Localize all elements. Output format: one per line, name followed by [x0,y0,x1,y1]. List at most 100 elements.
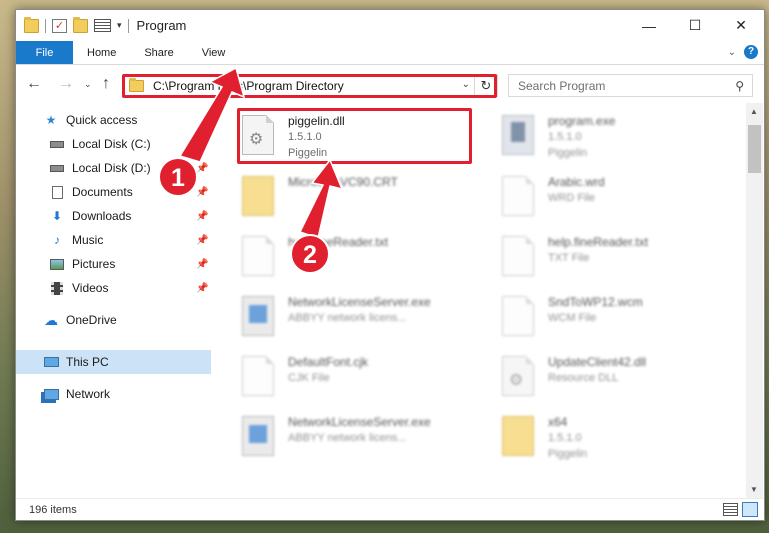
window-title: Program [136,18,187,33]
file-description: ABBYY network licens... [288,432,407,444]
nav-this-pc[interactable]: This PC [16,350,211,374]
nav-label: Videos [72,281,109,295]
nav-item-pictures[interactable]: Pictures 📌 [16,252,211,276]
toolbar-separator [127,18,129,33]
pin-icon[interactable]: 📌 [196,259,208,270]
maximize-button[interactable]: ☐ [672,10,718,41]
videos-icon [49,281,65,295]
up-arrow-icon[interactable]: ↑ [102,75,110,93]
file-item-cjk[interactable]: DefaultFont.cjk CJK File [236,349,476,407]
document-file-icon [242,236,274,276]
nav-item-local-disk-d[interactable]: Local Disk (D:) 📌 [16,156,211,180]
nav-network[interactable]: Network [16,382,211,406]
file-item-license-server-2[interactable]: NetworkLicenseServer.exe ABBYY network l… [236,409,476,467]
file-type: WRD File [548,192,596,204]
properties-icon[interactable] [94,19,111,32]
tab-view[interactable]: View [188,41,240,64]
pin-icon[interactable]: 📌 [196,283,208,294]
minimize-button[interactable]: — [626,10,672,41]
search-box[interactable]: Search Program ⚲ [508,74,753,97]
pin-icon[interactable]: 📌 [196,139,208,150]
music-icon: ♪ [54,233,60,247]
tab-share[interactable]: Share [130,41,187,64]
drive-icon [49,161,65,175]
large-icons-view-icon[interactable] [742,502,758,517]
file-name: NetworkLicenseServer.exe [288,295,431,309]
details-view-icon[interactable] [723,503,738,516]
forward-arrow-icon[interactable]: → [58,75,74,93]
application-icon [242,416,274,456]
help-icon[interactable]: ? [744,45,758,59]
vertical-scrollbar[interactable]: ▲ ▼ [746,103,763,498]
expand-ribbon-chevron-icon[interactable]: ⌄ [728,47,736,58]
nav-item-music[interactable]: ♪ Music 📌 [16,228,211,252]
file-version: 1.5.1.0 [548,432,582,444]
properties-check-icon[interactable]: ✓ [52,18,67,33]
nav-label: Network [66,387,111,401]
file-item-folder[interactable]: Microsoft.VC90.CRT [236,169,476,227]
status-bar: 196 items [16,498,764,520]
scrollbar-thumb[interactable] [748,125,761,173]
recent-locations-chevron-icon[interactable]: ⌄ [84,79,92,90]
file-item-txt-1[interactable]: help.fineReader.txt [236,229,476,287]
tab-file[interactable]: File [16,41,73,64]
file-item-wcm[interactable]: SndToWP12.wcm WCM File [496,289,736,347]
folder-icon[interactable] [24,16,39,33]
file-explorer-window: ✓ ▾ Program — ☐ ✕ File Home Share View ⌄… [15,9,765,521]
network-icon [43,387,59,401]
file-name: NetworkLicenseServer.exe [288,415,431,429]
drive-icon [49,137,65,151]
nav-quick-access[interactable]: ★ Quick access [16,108,211,132]
pin-icon[interactable]: 📌 [196,163,208,174]
scroll-down-icon[interactable]: ▼ [750,485,758,494]
nav-label: Pictures [72,257,116,271]
nav-item-local-disk-c[interactable]: Local Disk (C:) 📌 [16,132,211,156]
file-item-update-client-dll[interactable]: ⚙ UpdateClient42.dll Resource DLL [496,349,736,407]
file-name: Arabic.wrd [548,175,605,189]
pin-icon[interactable]: 📌 [196,187,208,198]
nav-label: This PC [66,355,109,369]
document-file-icon [242,356,274,396]
nav-onedrive[interactable]: ☁ OneDrive [16,308,211,332]
navigation-pane: ★ Quick access Local Disk (C:) 📌 Local D… [16,103,211,498]
document-file-icon [502,236,534,276]
file-item-txt-2[interactable]: help.fineReader.txt TXT File [496,229,736,287]
nav-label: Downloads [72,209,132,223]
dll-file-icon: ⚙ [502,356,534,396]
scroll-up-icon[interactable]: ▲ [750,107,758,116]
nav-item-downloads[interactable]: ⬇ Downloads 📌 [16,204,211,228]
pin-icon[interactable]: 📌 [196,235,208,246]
computer-icon [43,355,59,369]
file-item-x64[interactable]: x64 1.5.1.0 Piggelin [496,409,736,467]
file-name: DefaultFont.cjk [288,355,369,369]
file-company: Piggelin [548,147,588,159]
file-company: Piggelin [548,448,588,460]
file-name: help.fineReader.txt [288,235,389,249]
search-input[interactable]: Search Program [518,79,605,93]
file-name: Microsoft.VC90.CRT [288,175,398,189]
nav-item-documents[interactable]: Documents 📌 [16,180,211,204]
back-arrow-icon[interactable]: ← [26,75,42,93]
new-folder-icon[interactable] [73,16,88,33]
nav-label: Quick access [66,113,138,127]
customize-toolbar-chevron-icon[interactable]: ▾ [117,20,122,31]
address-highlight-box [122,74,497,98]
folder-icon [502,416,534,456]
address-row: ← → ⌄ ↑ C:\Program Files\Program Directo… [16,65,764,101]
file-item-license-server-1[interactable]: NetworkLicenseServer.exe ABBYY network l… [236,289,476,347]
file-highlight-box [237,108,472,164]
file-name: x64 [548,415,568,429]
folder-icon [242,176,274,216]
pin-icon[interactable]: 📌 [196,211,208,222]
toolbar-separator [45,18,46,33]
file-item-program-exe[interactable]: program.exe 1.5.1.0 Piggelin [496,108,736,166]
nav-item-videos[interactable]: Videos 📌 [16,276,211,300]
close-button[interactable]: ✕ [718,10,764,41]
search-icon[interactable]: ⚲ [735,79,744,93]
pictures-icon [49,257,65,271]
tab-home[interactable]: Home [73,41,130,64]
file-item-wrd[interactable]: Arabic.wrd WRD File [496,169,736,227]
nav-label: Local Disk (D:) [72,161,151,175]
file-type: WCM File [548,312,597,324]
title-bar: ✓ ▾ Program — ☐ ✕ [16,10,764,41]
